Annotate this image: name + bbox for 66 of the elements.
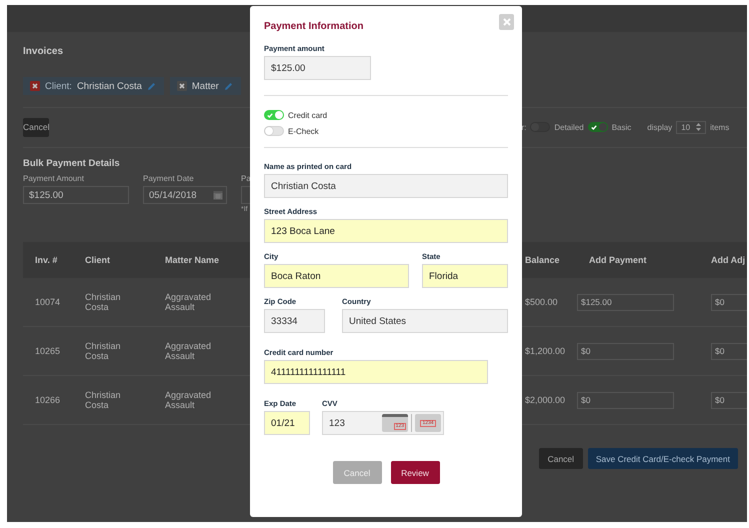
calendar-icon: [213, 190, 223, 200]
close-button[interactable]: [499, 14, 514, 30]
amount-field[interactable]: $0: [577, 342, 674, 360]
input-field[interactable]: 05/14/2018: [143, 186, 227, 204]
input-field[interactable]: United States: [342, 309, 508, 333]
input-field[interactable]: 123 Boca Lane: [264, 219, 508, 243]
amount-field[interactable]: $0: [711, 294, 747, 310]
option-label: E-Check: [288, 126, 319, 136]
toggle-switch[interactable]: [588, 122, 608, 132]
table-cell: 10265: [35, 346, 60, 356]
field-label: Payment Amount: [23, 174, 85, 184]
toggle-label: Basic: [612, 122, 632, 132]
filter-value: Christian Costa: [76, 80, 142, 92]
amount-field[interactable]: $0: [711, 342, 747, 360]
table-cell-text: Aggravated Assault: [165, 292, 212, 312]
input-field[interactable]: $125.00: [23, 186, 129, 204]
option-label: Credit card: [288, 110, 328, 120]
amount-field[interactable]: $0: [577, 392, 674, 408]
filter-label: Client:: [45, 80, 72, 92]
table-cell: $1,200.00: [525, 346, 566, 356]
table-cell: $2,000.00: [525, 395, 566, 405]
modal-title: Payment Information: [264, 20, 364, 34]
filter-chip[interactable]: Matter: [170, 77, 241, 95]
table-cell-text: Christian Costa: [85, 341, 122, 361]
save-button[interactable]: Save Credit Card/E-check Payment: [588, 448, 738, 469]
table-cell: 10074: [35, 297, 60, 307]
items-label: items: [710, 122, 730, 132]
input-field[interactable]: 33334: [264, 309, 325, 333]
filter-chip[interactable]: Client: Christian Costa: [23, 77, 164, 95]
table-cell-text: Aggravated Assault: [165, 341, 212, 361]
display-select[interactable]: 10: [676, 120, 706, 134]
amount-field[interactable]: $0: [711, 392, 747, 408]
input-field[interactable]: Florida: [422, 264, 508, 288]
input-field[interactable]: Christian Costa: [264, 174, 508, 198]
column-header: Add Payment: [577, 242, 699, 278]
table-cell-text: Aggravated Assault: [165, 390, 212, 410]
column-header: Inv. #: [23, 242, 73, 278]
column-header: Add Adj: [699, 242, 747, 278]
pencil-icon: [224, 82, 233, 90]
amount-field[interactable]: $125.00: [264, 56, 371, 80]
review-button[interactable]: Review: [390, 461, 440, 484]
input-field[interactable]: 4111111111111111: [264, 360, 488, 384]
display-label: display: [647, 122, 672, 132]
close-icon: [502, 18, 510, 26]
amount-field[interactable]: $125.00: [577, 294, 674, 310]
table-cell: $500.00: [525, 297, 558, 307]
section-title: Bulk Payment Details: [23, 158, 120, 170]
table-cell-text: Christian Costa: [85, 390, 122, 410]
page-title: Invoices: [23, 45, 64, 59]
cancel-button[interactable]: Cancel: [23, 118, 50, 136]
cancel-button[interactable]: Cancel: [538, 448, 583, 469]
toggle-switch[interactable]: [264, 110, 284, 120]
input-field[interactable]: Boca Raton: [264, 264, 409, 288]
table-cell-text: Christian Costa: [85, 292, 122, 312]
toggle-label: Detailed: [554, 122, 584, 132]
table-cell: 10266: [35, 395, 60, 405]
input-field[interactable]: 01/21: [264, 411, 310, 435]
column-header: Client: [73, 242, 153, 278]
updown-icon: [696, 123, 702, 131]
check-icon: [267, 112, 273, 118]
pencil-icon: [146, 82, 156, 90]
check-icon: [590, 124, 597, 130]
view-label: r:: [521, 122, 526, 132]
field-label: Pa: [241, 174, 252, 184]
field-label: Payment Date: [143, 174, 195, 184]
filter-value: Matter: [192, 80, 219, 92]
